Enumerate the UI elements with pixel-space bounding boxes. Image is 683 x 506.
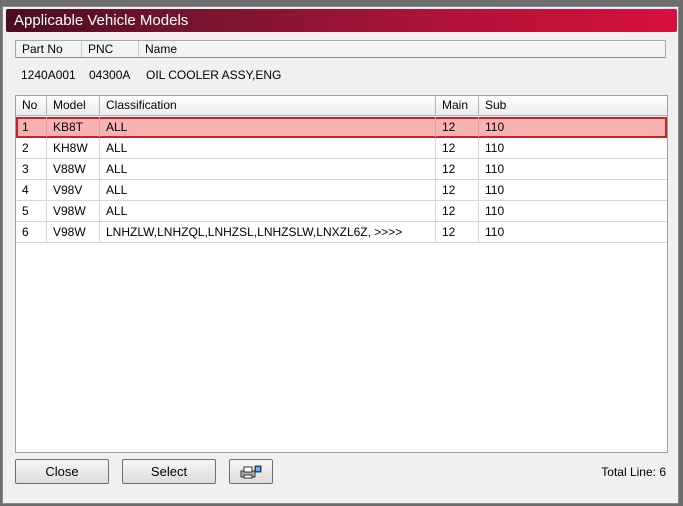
cell-classification: ALL — [100, 117, 436, 137]
cell-classification: ALL — [100, 159, 436, 179]
table-row[interactable]: 4 V98V ALL 12 110 — [16, 180, 667, 201]
table-row[interactable]: 3 V88W ALL 12 110 — [16, 159, 667, 180]
cell-model: KB8T — [47, 117, 100, 137]
cell-classification: ALL — [100, 201, 436, 221]
cell-model: V98W — [47, 201, 100, 221]
table-row[interactable]: 5 V98W ALL 12 110 — [16, 201, 667, 222]
cell-no: 5 — [16, 201, 47, 221]
cell-main: 12 — [436, 222, 479, 242]
total-lines-value: 6 — [659, 465, 666, 479]
cell-sub: 110 — [485, 225, 505, 239]
window-title: Applicable Vehicle Models — [14, 12, 189, 29]
cell-main: 12 — [436, 159, 479, 179]
list-rows: 1 KB8T ALL 12 110 2 KH8W ALL 12 110 3 V8… — [16, 117, 667, 243]
total-lines: Total Line: 6 — [601, 465, 666, 479]
table-row[interactable]: 2 KH8W ALL 12 110 — [16, 138, 667, 159]
part-info-header: Part No PNC Name — [15, 40, 666, 58]
dialog-window: Applicable Vehicle Models Part No PNC Na… — [2, 6, 679, 504]
cell-main: 12 — [436, 117, 479, 137]
column-header-classification[interactable]: Classification — [100, 96, 436, 115]
cell-sub: 110 — [485, 141, 505, 155]
cell-main: 12 — [436, 180, 479, 200]
close-button[interactable]: Close — [15, 459, 109, 484]
printer-icon — [240, 465, 262, 479]
cell-no: 4 — [16, 180, 47, 200]
cell-model: V98V — [47, 180, 100, 200]
column-header-no[interactable]: No — [16, 96, 47, 115]
part-name-value: OIL COOLER ASSY,ENG — [146, 68, 282, 82]
cell-main: 12 — [436, 201, 479, 221]
cell-classification: ALL — [100, 180, 436, 200]
cell-no: 1 — [16, 117, 47, 137]
cell-no: 3 — [16, 159, 47, 179]
cell-no: 6 — [16, 222, 47, 242]
cell-sub: 110 — [485, 120, 505, 134]
header-part-no: Part No — [16, 41, 82, 57]
header-name: Name — [145, 42, 178, 56]
print-button[interactable] — [229, 459, 273, 484]
cell-no: 2 — [16, 138, 47, 158]
total-lines-label: Total Line: — [601, 465, 656, 479]
cell-main: 12 — [436, 138, 479, 158]
pnc-value: 04300A — [89, 68, 131, 82]
title-bar[interactable]: Applicable Vehicle Models — [6, 9, 677, 32]
cell-classification: LNHZLW,LNHZQL,LNHZSL,LNHZSLW,LNXZL6Z, >>… — [100, 222, 436, 242]
table-row[interactable]: 6 V98W LNHZLW,LNHZQL,LNHZSL,LNHZSLW,LNXZ… — [16, 222, 667, 243]
table-row[interactable]: 1 KB8T ALL 12 110 — [16, 117, 667, 138]
part-no-value: 1240A001 — [21, 68, 76, 82]
vehicle-models-list[interactable]: No Model Classification Main Sub 1 KB8T … — [15, 95, 668, 453]
part-info-panel: Part No PNC Name 1240A001 04300A OIL COO… — [15, 40, 667, 87]
cell-classification: ALL — [100, 138, 436, 158]
header-pnc: PNC — [82, 41, 139, 57]
select-button[interactable]: Select — [122, 459, 216, 484]
cell-sub: 110 — [485, 204, 505, 218]
cell-model: V98W — [47, 222, 100, 242]
column-header-sub[interactable]: Sub — [479, 96, 667, 115]
column-header-main[interactable]: Main — [436, 96, 479, 115]
cell-model: V88W — [47, 159, 100, 179]
list-header: No Model Classification Main Sub — [16, 96, 667, 116]
column-header-model[interactable]: Model — [47, 96, 100, 115]
cell-model: KH8W — [47, 138, 100, 158]
cell-sub: 110 — [485, 183, 505, 197]
cell-sub: 110 — [485, 162, 505, 176]
